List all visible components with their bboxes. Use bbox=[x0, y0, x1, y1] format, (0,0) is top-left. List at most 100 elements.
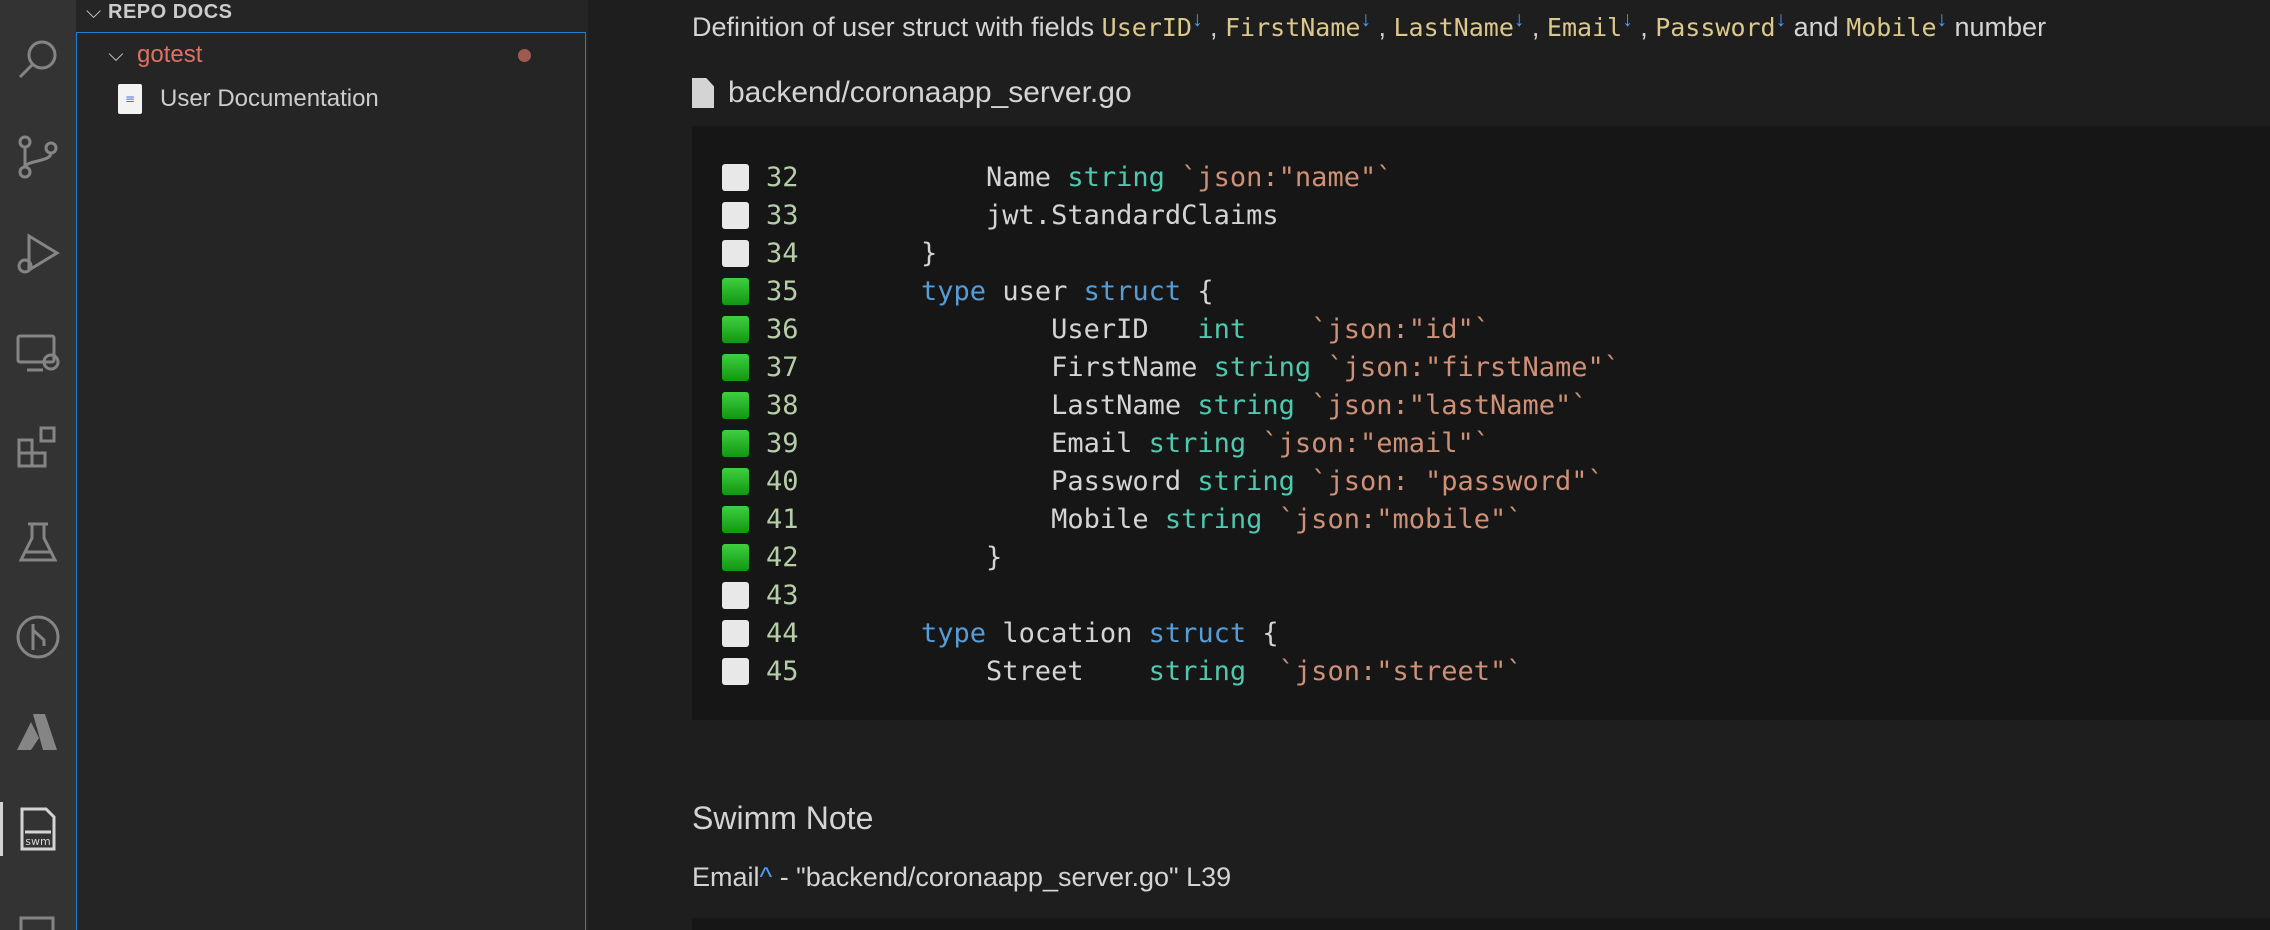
code-line: 41 Mobile string `json:"mobile"` bbox=[692, 500, 2270, 538]
separator: , bbox=[1202, 12, 1225, 42]
code-text: Password string `json: "password"` bbox=[856, 465, 1604, 497]
code-line: 40 Password string `json: "password"` bbox=[692, 462, 2270, 500]
extensions-icon[interactable] bbox=[0, 412, 76, 482]
line-checkbox[interactable] bbox=[722, 657, 749, 685]
code-text: } bbox=[856, 237, 938, 269]
arrow-down-icon[interactable]: ↓ bbox=[1776, 8, 1787, 31]
run-debug-icon[interactable] bbox=[0, 218, 76, 288]
line-checkbox[interactable] bbox=[722, 505, 749, 533]
doc-editor: Definition of user struct with fields Us… bbox=[588, 0, 2270, 930]
line-number: 43 bbox=[766, 579, 799, 611]
line-number: 34 bbox=[766, 237, 799, 269]
field-token[interactable]: Password bbox=[1655, 13, 1775, 42]
testing-icon[interactable] bbox=[0, 508, 76, 578]
search-icon[interactable] bbox=[0, 24, 76, 94]
source-control-icon[interactable] bbox=[0, 122, 76, 192]
file-icon bbox=[692, 78, 714, 108]
git-graph-icon[interactable] bbox=[0, 602, 76, 672]
section-header[interactable]: ⌵ REPO DOCS bbox=[76, 0, 588, 24]
line-number: 42 bbox=[766, 541, 799, 573]
code-line: 32 Name string `json:"name"` bbox=[692, 158, 2270, 196]
line-checkbox[interactable] bbox=[722, 391, 749, 419]
code-text: UserID int `json:"id"` bbox=[856, 313, 1490, 345]
swimm-icon[interactable]: swm bbox=[0, 794, 76, 864]
caret-link[interactable]: ^ bbox=[760, 862, 773, 892]
separator: , bbox=[1524, 12, 1547, 42]
panel-icon[interactable] bbox=[0, 890, 76, 930]
chevron-down-icon[interactable]: ⌵ bbox=[101, 44, 131, 67]
separator: , bbox=[1632, 12, 1656, 42]
field-token[interactable]: FirstName bbox=[1225, 13, 1360, 42]
code-line: 38 LastName string `json:"lastName"` bbox=[692, 386, 2270, 424]
code-text: FirstName string `json:"firstName"` bbox=[856, 351, 1621, 383]
code-line: 39 Email string `json:"email"` bbox=[692, 424, 2270, 462]
code-line: 42 } bbox=[692, 538, 2270, 576]
line-number: 33 bbox=[766, 199, 799, 231]
document-icon: ≡ bbox=[118, 84, 142, 114]
field-token[interactable]: UserID bbox=[1102, 13, 1192, 42]
file-path-header[interactable]: backend/coronaapp_server.go bbox=[692, 76, 1132, 110]
chevron-down-icon[interactable]: ⌵ bbox=[86, 1, 108, 24]
code-line: 45 Street string `json:"street"` bbox=[692, 652, 2270, 690]
line-checkbox[interactable] bbox=[722, 619, 749, 647]
line-checkbox[interactable] bbox=[722, 201, 749, 229]
note-token[interactable]: Email bbox=[692, 862, 760, 892]
line-checkbox[interactable] bbox=[722, 581, 749, 609]
code-text: jwt.StandardClaims bbox=[856, 199, 1279, 231]
field-token[interactable]: Email bbox=[1547, 13, 1622, 42]
note-location: - "backend/coronaapp_server.go" L39 bbox=[772, 862, 1232, 892]
code-line: 36 UserID int `json:"id"` bbox=[692, 310, 2270, 348]
modified-dot-icon bbox=[518, 48, 531, 62]
file-name: User Documentation bbox=[160, 85, 379, 112]
line-checkbox[interactable] bbox=[722, 429, 749, 457]
line-number: 37 bbox=[766, 351, 799, 383]
line-number: 39 bbox=[766, 427, 799, 459]
arrow-down-icon[interactable]: ↓ bbox=[1937, 8, 1948, 31]
arrow-down-icon[interactable]: ↓ bbox=[1622, 8, 1633, 31]
line-number: 38 bbox=[766, 389, 799, 421]
folder-name: gotest bbox=[137, 41, 203, 68]
line-number: 32 bbox=[766, 161, 799, 193]
line-number: 41 bbox=[766, 503, 799, 535]
line-number: 44 bbox=[766, 617, 799, 649]
field-token[interactable]: Mobile bbox=[1846, 13, 1936, 42]
code-text: Mobile string `json:"mobile"` bbox=[856, 503, 1523, 535]
vscode-window: swm ⌵ REPO DOCS ⌵ gotest ≡ User Document… bbox=[0, 0, 2270, 930]
file-path: backend/coronaapp_server.go bbox=[728, 76, 1132, 109]
line-checkbox[interactable] bbox=[722, 543, 749, 571]
description-prefix: Definition of user struct with fields bbox=[692, 12, 1102, 42]
line-number: 40 bbox=[766, 465, 799, 497]
arrow-down-icon[interactable]: ↓ bbox=[1192, 8, 1203, 31]
sidebar: ⌵ REPO DOCS ⌵ gotest ≡ User Documentatio… bbox=[76, 0, 588, 930]
description-text: Definition of user struct with fields Us… bbox=[692, 8, 2046, 43]
tree-panel: ⌵ gotest ≡ User Documentation bbox=[76, 32, 586, 930]
next-code-snippet bbox=[692, 918, 2270, 930]
note-reference: Email^ - "backend/coronaapp_server.go" L… bbox=[692, 862, 1231, 893]
line-number: 35 bbox=[766, 275, 799, 307]
line-checkbox[interactable] bbox=[722, 277, 749, 305]
line-checkbox[interactable] bbox=[722, 315, 749, 343]
line-number: 45 bbox=[766, 655, 799, 687]
arrow-down-icon[interactable]: ↓ bbox=[1360, 8, 1371, 31]
field-token[interactable]: LastName bbox=[1393, 13, 1513, 42]
code-text: type location struct { bbox=[921, 617, 1279, 649]
code-text: LastName string `json:"lastName"` bbox=[856, 389, 1588, 421]
line-checkbox[interactable] bbox=[722, 353, 749, 381]
code-text: Street string `json:"street"` bbox=[856, 655, 1523, 687]
line-checkbox[interactable] bbox=[722, 163, 749, 191]
code-text: Name string `json:"name"` bbox=[856, 161, 1393, 193]
azure-icon[interactable] bbox=[0, 698, 76, 768]
line-checkbox[interactable] bbox=[722, 467, 749, 495]
section-title: REPO DOCS bbox=[108, 0, 233, 23]
remote-explorer-icon[interactable] bbox=[0, 318, 76, 388]
code-text: type user struct { bbox=[921, 275, 1214, 307]
code-line: 37 FirstName string `json:"firstName"` bbox=[692, 348, 2270, 386]
tree-file-row[interactable]: ≡ User Documentation bbox=[77, 81, 587, 117]
arrow-down-icon[interactable]: ↓ bbox=[1514, 8, 1525, 31]
line-checkbox[interactable] bbox=[722, 239, 749, 267]
code-line: 44 type location struct { bbox=[692, 614, 2270, 652]
code-line: 43 bbox=[692, 576, 2270, 614]
code-text: } bbox=[856, 541, 1003, 573]
tree-folder-row[interactable]: ⌵ gotest bbox=[77, 37, 587, 73]
separator bbox=[1786, 12, 1794, 42]
